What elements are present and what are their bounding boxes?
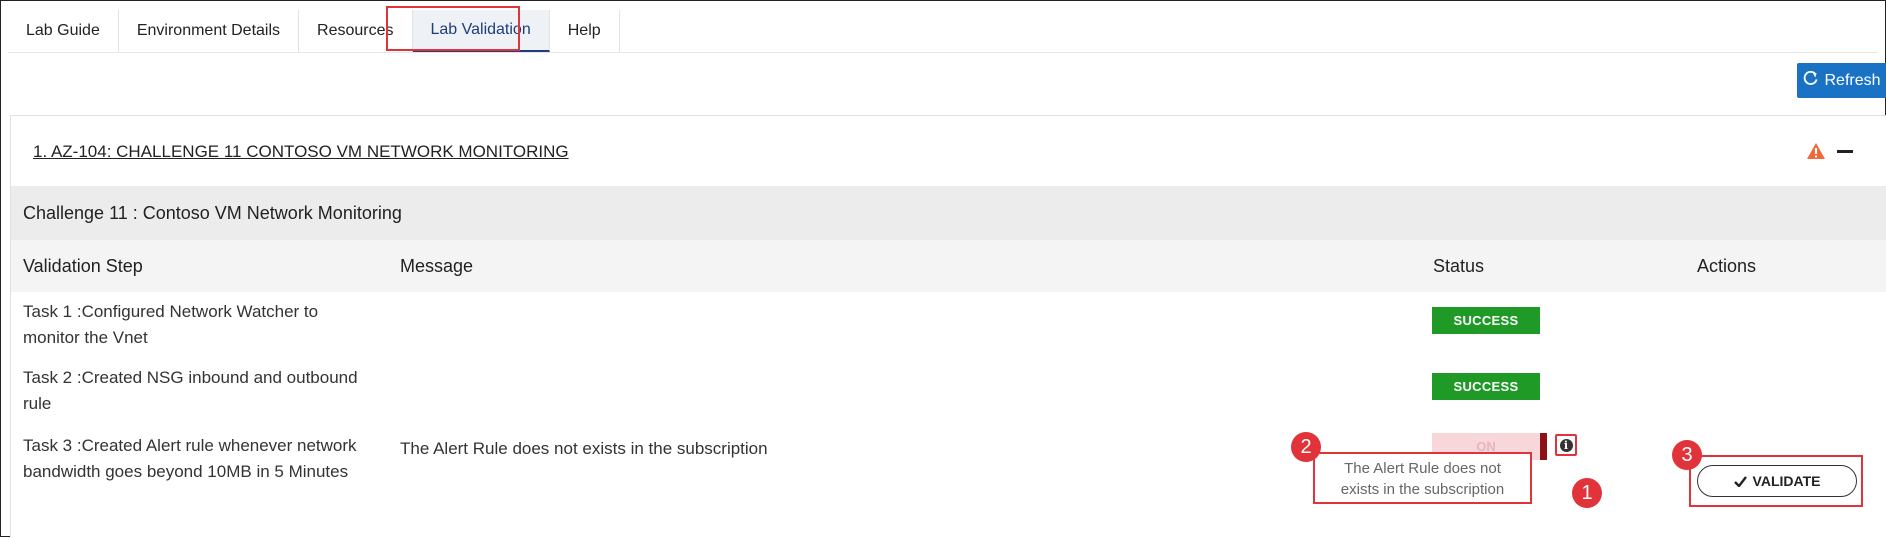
refresh-icon (1803, 70, 1818, 90)
section-header: Challenge 11 : Contoso VM Network Monito… (11, 186, 1886, 241)
refresh-button[interactable]: Refresh (1797, 63, 1886, 98)
warning-icon (1807, 143, 1825, 159)
tab-bar: Lab Guide Environment Details Resources … (8, 10, 620, 52)
step-cell: Task 2 :Created NSG inbound and outbound… (23, 365, 363, 417)
section-title: Challenge 11 : Contoso VM Network Monito… (23, 203, 402, 223)
validate-button[interactable]: VALIDATE (1697, 465, 1857, 497)
validate-label: VALIDATE (1752, 473, 1821, 489)
tab-divider (8, 52, 1878, 53)
status-badge-edge (1540, 433, 1547, 460)
tab-environment-details[interactable]: Environment Details (119, 10, 300, 52)
table-row: Task 1 :Configured Network Watcher to mo… (11, 292, 1886, 359)
check-icon (1733, 475, 1747, 487)
step-cell: Task 1 :Configured Network Watcher to mo… (23, 299, 363, 351)
table-header: Validation Step Message Status Actions (11, 240, 1886, 293)
header-actions: Actions (1697, 256, 1757, 276)
tab-help[interactable]: Help (550, 10, 620, 52)
status-badge: SUCCESS (1432, 373, 1540, 400)
collapse-icon[interactable] (1837, 150, 1853, 153)
tooltip-line1: The Alert Rule does not (1344, 460, 1501, 477)
callout-badge: 3 (1672, 440, 1702, 470)
step-cell: Task 3 :Created Alert rule whenever netw… (23, 433, 363, 485)
info-icon[interactable]: i (1555, 434, 1577, 456)
step-text-line1: Task 2 :Created NSG inbound and outbound (23, 368, 358, 387)
error-tooltip: The Alert Rule does not exists in the su… (1313, 452, 1532, 504)
header-validation-step: Validation Step (23, 256, 143, 276)
status-badge: SUCCESS (1432, 307, 1540, 334)
step-text-line1: Task 1 :Configured Network Watcher to (23, 302, 319, 321)
tab-lab-guide[interactable]: Lab Guide (8, 10, 119, 52)
table-row: Task 3 :Created Alert rule whenever netw… (11, 424, 1886, 538)
step-text-line2: monitor the Vnet (23, 328, 148, 347)
header-status: Status (1433, 256, 1485, 276)
step-text-line2: rule (23, 394, 52, 413)
callout-badge: 1 (1572, 478, 1602, 508)
tab-lab-validation[interactable]: Lab Validation (412, 10, 550, 52)
callout-badge: 2 (1291, 432, 1321, 462)
tab-resources[interactable]: Resources (299, 10, 413, 52)
validate-highlight-box: VALIDATE (1689, 455, 1863, 507)
message-text: The Alert Rule does not exists in the su… (400, 439, 768, 458)
tooltip-line2: exists in the subscription (1340, 481, 1505, 498)
step-text-line1: Task 3 :Created Alert rule whenever netw… (23, 436, 357, 455)
header-message: Message (400, 256, 474, 276)
validation-panel: 1. AZ-104: CHALLENGE 11 CONTOSO VM NETWO… (10, 115, 1886, 538)
panel-header: 1. AZ-104: CHALLENGE 11 CONTOSO VM NETWO… (11, 116, 1886, 187)
refresh-label: Refresh (1824, 71, 1881, 89)
panel-title[interactable]: 1. AZ-104: CHALLENGE 11 CONTOSO VM NETWO… (33, 142, 569, 162)
table-row: Task 2 :Created NSG inbound and outbound… (11, 358, 1886, 425)
step-text-line2: bandwidth goes beyond 10MB in 5 Minutes (23, 462, 349, 481)
